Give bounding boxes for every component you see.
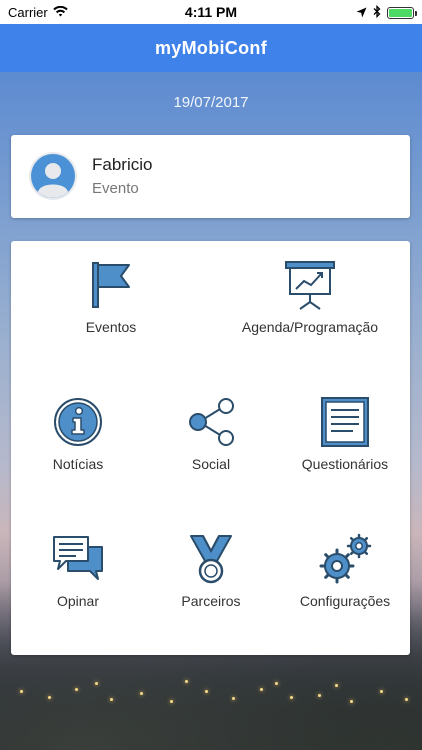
menu-item-opinar[interactable]: Opinar xyxy=(28,533,128,609)
profile-card[interactable]: Fabricio Evento xyxy=(11,135,410,218)
menu-item-eventos[interactable]: Eventos xyxy=(61,259,161,335)
city-lights xyxy=(0,670,422,710)
current-date: 19/07/2017 xyxy=(173,94,249,111)
battery-icon xyxy=(387,7,417,19)
battery-fill xyxy=(389,9,412,17)
menu-item-label: Opinar xyxy=(56,593,100,609)
menu-item-questionarios[interactable]: Questionários xyxy=(291,396,399,472)
menu-item-label: Questionários xyxy=(301,456,389,472)
user-icon xyxy=(31,154,75,198)
menu-item-noticias[interactable]: Notícias xyxy=(28,396,128,472)
avatar xyxy=(29,152,77,200)
flag-icon xyxy=(92,262,130,308)
presentation-chart-icon xyxy=(285,261,335,310)
menu-item-parceiros[interactable]: Parceiros xyxy=(161,533,261,609)
menu-item-configuracoes[interactable]: Configurações xyxy=(291,533,399,609)
menu-item-agenda[interactable]: Agenda/Programação xyxy=(230,259,390,335)
info-icon xyxy=(54,398,102,446)
location-arrow-icon xyxy=(356,6,367,21)
status-right xyxy=(356,4,417,21)
status-bar: Carrier 4:11 PM xyxy=(0,0,422,24)
nav-bar: myMobiConf xyxy=(0,24,422,72)
menu-item-label: Notícias xyxy=(52,456,104,472)
app-title: myMobiConf xyxy=(155,37,267,58)
profile-name: Fabricio xyxy=(92,155,153,174)
chat-bubbles-icon xyxy=(53,536,103,580)
profile-subtitle: Evento xyxy=(92,180,139,197)
menu-item-label: Agenda/Programação xyxy=(241,319,379,335)
menu-item-social[interactable]: Social xyxy=(161,396,261,472)
menu-item-label: Configurações xyxy=(299,593,391,609)
menu-item-label: Eventos xyxy=(85,319,137,335)
gears-icon xyxy=(319,533,372,584)
medal-icon xyxy=(190,535,232,584)
document-list-icon xyxy=(321,397,369,447)
share-icon xyxy=(189,398,234,446)
menu-item-label: Social xyxy=(191,456,231,472)
menu-card: Eventos Agenda/Programação Notícias Soci… xyxy=(11,241,410,655)
menu-item-label: Parceiros xyxy=(181,593,241,609)
bluetooth-icon xyxy=(373,4,381,21)
